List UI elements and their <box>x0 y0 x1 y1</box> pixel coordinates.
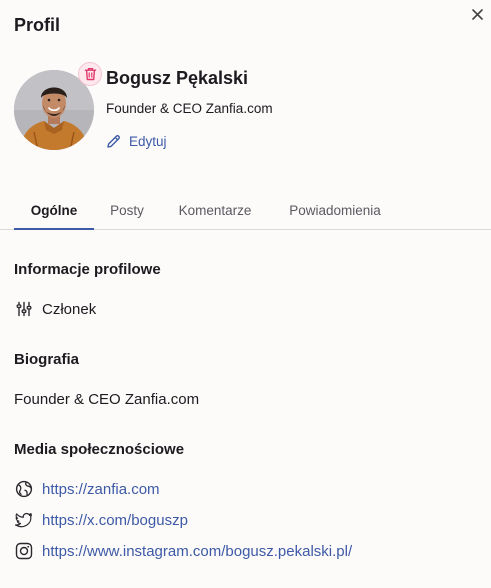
membership-label: Członek <box>42 300 97 318</box>
panel-title: Profil <box>14 15 61 35</box>
social-url-instagram[interactable]: https://www.instagram.com/bogusz.pekalsk… <box>42 543 352 560</box>
profile-tabs: Ogólne Posty Komentarze Powiadomienia <box>0 192 491 230</box>
social-link-instagram[interactable]: https://www.instagram.com/bogusz.pekalsk… <box>14 540 352 562</box>
trash-icon <box>84 67 96 81</box>
instagram-icon <box>14 541 34 561</box>
twitter-icon <box>14 510 34 530</box>
profile-panel: Profil Bogusz Pękalski Founder & CEO Zan… <box>0 0 491 588</box>
bio-text: Founder & CEO Zanfia.com <box>14 390 200 408</box>
social-link-website[interactable]: https://zanfia.com <box>14 478 160 500</box>
bio-heading: Biografia <box>14 351 80 368</box>
close-icon <box>471 8 483 20</box>
edit-profile-button[interactable]: Edytuj <box>106 131 167 151</box>
close-button[interactable] <box>469 6 485 22</box>
delete-avatar-button[interactable] <box>78 62 102 86</box>
user-name: Bogusz Pękalski <box>106 68 249 88</box>
tab-notifications[interactable]: Powiadomienia <box>278 192 392 230</box>
user-role: Founder & CEO Zanfia.com <box>106 101 273 116</box>
social-url-twitter[interactable]: https://x.com/boguszp <box>42 512 188 529</box>
edit-label: Edytuj <box>129 133 167 149</box>
globe-icon <box>14 479 34 499</box>
tab-general[interactable]: Ogólne <box>14 192 94 230</box>
social-link-twitter[interactable]: https://x.com/boguszp <box>14 509 188 531</box>
social-url-website[interactable]: https://zanfia.com <box>42 481 160 498</box>
membership-row: Członek <box>14 298 96 320</box>
tab-comments[interactable]: Komentarze <box>168 192 262 230</box>
social-heading: Media społecznościowe <box>14 441 185 458</box>
pencil-icon <box>107 134 120 148</box>
profile-info-heading: Informacje profilowe <box>14 261 161 278</box>
tab-posts[interactable]: Posty <box>102 192 152 230</box>
sliders-icon <box>14 299 34 319</box>
